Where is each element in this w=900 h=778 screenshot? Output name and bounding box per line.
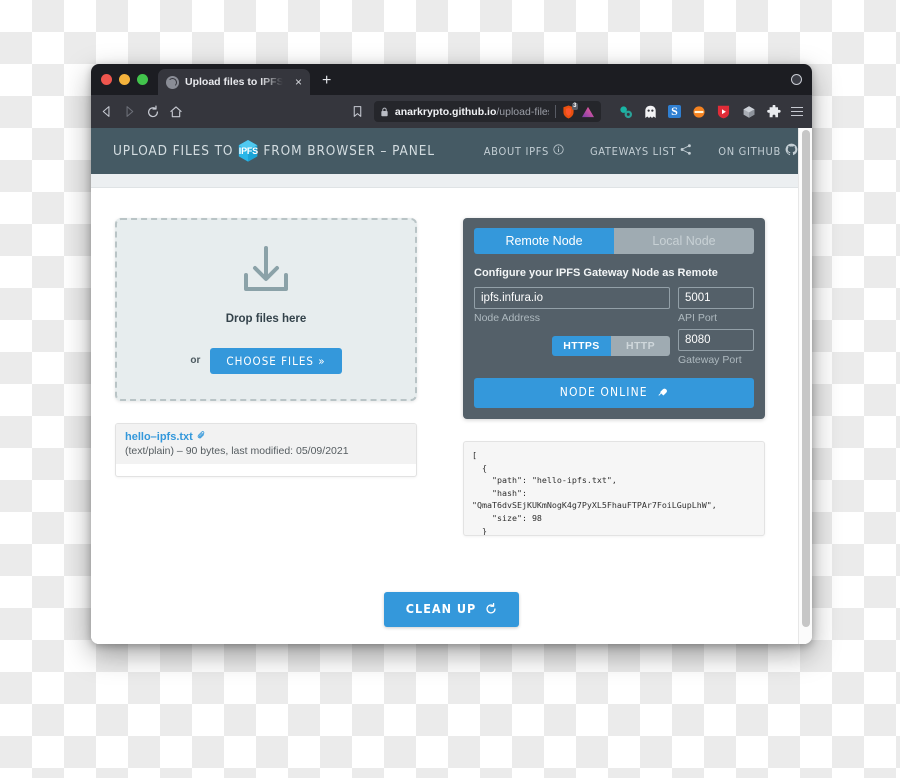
left-column: Drop files here or CHOOSE FILES » hello–… xyxy=(115,218,417,477)
file-name-link[interactable]: hello–ipfs.txt xyxy=(125,430,407,443)
dropzone-actions: or CHOOSE FILES » xyxy=(190,347,342,374)
adblock-shield-icon[interactable] xyxy=(716,104,731,119)
browser-tab-title: Upload files to IPFS from Browser xyxy=(185,76,287,88)
minimize-window-button[interactable] xyxy=(119,74,130,85)
selected-file-list: hello–ipfs.txt (text/plain) – 90 bytes, … xyxy=(115,423,417,477)
nav-about-ipfs-label: ABOUT IPFS xyxy=(483,144,549,158)
page-title-prefix: UPLOAD FILES TO xyxy=(113,143,234,159)
dropzone-label: Drop files here xyxy=(225,312,307,325)
cube-icon[interactable] xyxy=(741,104,756,119)
lock-icon xyxy=(380,107,389,117)
divider xyxy=(555,105,556,118)
page-scrollbar[interactable] xyxy=(798,128,812,644)
app-nav: ABOUT IPFS GATEWAYS LIST ON GITHUB xyxy=(484,143,798,159)
maximize-window-button[interactable] xyxy=(137,74,148,85)
protocol-https-button[interactable]: HTTPS xyxy=(552,336,611,356)
home-icon[interactable] xyxy=(169,103,183,121)
protocol-http-button[interactable]: HTTP xyxy=(611,336,670,356)
choose-files-button[interactable]: CHOOSE FILES » xyxy=(210,347,342,374)
triangle-extension-icon[interactable] xyxy=(581,106,595,118)
clean-up-button[interactable]: CLEAN UP xyxy=(383,592,520,627)
ghost-privacy-icon[interactable] xyxy=(643,104,658,119)
tab-local-node[interactable]: Local Node xyxy=(614,228,754,254)
api-port-input[interactable] xyxy=(678,287,754,309)
right-column: Remote Node Local Node Configure your IP… xyxy=(463,218,765,536)
protocol-toggle: HTTPS HTTP xyxy=(552,336,670,356)
hamburger-menu-icon[interactable] xyxy=(791,106,803,117)
gateway-port-caption: Gateway Port xyxy=(678,354,742,366)
plug-icon xyxy=(656,386,668,401)
browser-toolbar: anarkrypto.github.io/upload-files-to-ipf… xyxy=(91,95,812,128)
new-tab-button[interactable]: + xyxy=(322,73,331,89)
window-traffic-lights xyxy=(101,64,158,95)
stylus-icon[interactable]: S xyxy=(668,104,681,118)
list-item[interactable]: hello–ipfs.txt (text/plain) – 90 bytes, … xyxy=(116,424,416,464)
gateway-port-input[interactable] xyxy=(678,329,754,351)
node-fields: Node Address HTTPS HTTP API Port xyxy=(474,287,754,366)
extension-tray: S xyxy=(610,104,803,119)
cleanup-row: CLEAN UP xyxy=(115,592,788,627)
ipfs-companion-icon[interactable] xyxy=(618,104,633,119)
file-meta-text: (text/plain) – 90 bytes, last modified: … xyxy=(125,445,349,457)
content-columns: Drop files here or CHOOSE FILES » hello–… xyxy=(115,218,788,536)
node-config-label: Configure your IPFS Gateway Node as Remo… xyxy=(474,267,718,279)
api-port-caption: API Port xyxy=(678,312,718,324)
app-header: UPLOAD FILES TO IPFS FROM BROWSER – PANE… xyxy=(91,128,812,174)
address-bar-text: anarkrypto.github.io/upload-files-to-ipf… xyxy=(395,106,549,118)
brave-shields-icon[interactable]: 3 xyxy=(562,102,578,119)
orange-gear-icon[interactable] xyxy=(691,104,706,119)
header-underline xyxy=(91,174,812,188)
nav-about-ipfs[interactable]: ABOUT IPFS xyxy=(484,144,564,158)
close-window-button[interactable] xyxy=(101,74,112,85)
node-address-caption: Node Address xyxy=(474,312,540,324)
reload-icon[interactable] xyxy=(146,103,160,121)
forward-arrow-icon[interactable] xyxy=(123,103,137,121)
node-address-group: Node Address HTTPS HTTP xyxy=(474,287,670,366)
page-title-suffix: FROM BROWSER – PANEL xyxy=(263,143,435,159)
main-content: Drop files here or CHOOSE FILES » hello–… xyxy=(91,188,812,644)
github-icon xyxy=(785,143,798,159)
page-title: UPLOAD FILES TO IPFS FROM BROWSER – PANE… xyxy=(113,139,435,163)
download-tray-icon xyxy=(239,245,293,299)
node-address-input[interactable] xyxy=(474,287,670,309)
tab-remote-node[interactable]: Remote Node xyxy=(474,228,614,254)
upload-result-json: [ { "path": "hello-ipfs.txt", "hash": "Q… xyxy=(463,441,765,536)
dropzone-or-label: or xyxy=(190,355,201,366)
url-path: /upload-files-to-ipfs-fro… xyxy=(496,105,549,118)
close-icon[interactable]: × xyxy=(293,76,304,88)
nav-gateways-list-label: GATEWAYS LIST xyxy=(589,144,677,158)
node-ports-group: API Port Gateway Port xyxy=(678,287,754,366)
file-name-text: hello–ipfs.txt xyxy=(125,430,193,443)
ipfs-logo-icon: IPFS xyxy=(237,139,259,163)
nav-on-github[interactable]: ON GITHUB xyxy=(718,143,798,159)
bookmark-icon[interactable] xyxy=(351,103,365,121)
address-bar[interactable]: anarkrypto.github.io/upload-files-to-ipf… xyxy=(373,101,601,122)
ipfs-logo-text: IPFS xyxy=(238,146,258,156)
nav-gateways-list[interactable]: GATEWAYS LIST xyxy=(590,144,692,158)
page-viewport: UPLOAD FILES TO IPFS FROM BROWSER – PANE… xyxy=(91,128,812,644)
browser-window: Upload files to IPFS from Browser × + xyxy=(91,64,812,644)
paperclip-icon xyxy=(197,430,206,443)
node-status-button[interactable]: NODE ONLINE xyxy=(474,378,754,408)
tabstrip-right-controls xyxy=(791,64,812,95)
share-nodes-icon xyxy=(680,144,692,158)
shield-block-count: 3 xyxy=(571,102,578,110)
file-dropzone[interactable]: Drop files here or CHOOSE FILES » xyxy=(115,218,417,401)
clean-up-label: CLEAN UP xyxy=(405,601,477,616)
url-host: anarkrypto.github.io xyxy=(394,105,497,118)
browser-tabstrip: Upload files to IPFS from Browser × + xyxy=(91,64,812,95)
info-circle-icon xyxy=(553,144,564,158)
tab-search-icon[interactable] xyxy=(791,74,802,85)
globe-icon xyxy=(166,75,179,89)
refresh-icon xyxy=(485,602,497,618)
node-config-panel: Remote Node Local Node Configure your IP… xyxy=(463,218,765,419)
node-status-label: NODE ONLINE xyxy=(559,385,648,399)
back-arrow-icon[interactable] xyxy=(100,103,114,121)
nav-on-github-label: ON GITHUB xyxy=(718,144,781,158)
page-scrollbar-thumb[interactable] xyxy=(802,130,810,627)
browser-tab[interactable]: Upload files to IPFS from Browser × xyxy=(158,69,310,95)
node-mode-tabs: Remote Node Local Node xyxy=(474,228,754,254)
puzzle-piece-icon[interactable] xyxy=(766,104,781,119)
